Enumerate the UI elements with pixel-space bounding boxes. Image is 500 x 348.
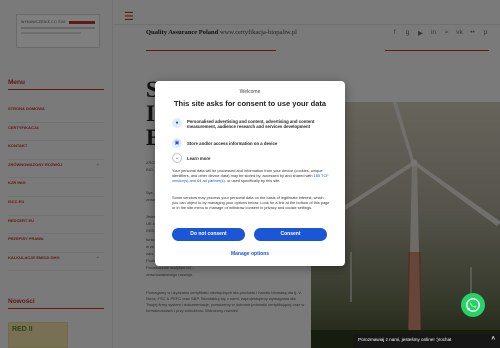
consent-paragraph-2: Some vendors may process your personal d… — [172, 195, 330, 211]
consent-dialog: Welcome This site asks for consent to us… — [155, 81, 345, 266]
whatsapp-icon — [466, 298, 480, 312]
learn-more-label: Learn more — [187, 155, 211, 161]
purpose-text: Personalised advertising and content, ad… — [187, 118, 315, 129]
manage-options-link[interactable]: Manage options — [155, 251, 345, 257]
consent-purpose-ads: ● Personalised advertising and content, … — [172, 118, 337, 129]
do-not-consent-button[interactable]: Do not consent — [172, 228, 245, 241]
consent-button[interactable]: Consent — [254, 228, 327, 241]
learn-more-toggle[interactable]: ⌄ Learn more — [172, 153, 210, 163]
chevron-down-icon: ⌄ — [172, 153, 182, 163]
chevron-up-icon[interactable]: ˄ — [491, 336, 495, 342]
consent-title: This site asks for consent to use your d… — [173, 99, 327, 108]
consent-purpose-device: ▣ Store and/or access information on a d… — [172, 138, 337, 148]
whatsapp-button[interactable] — [461, 293, 485, 317]
person-icon: ● — [172, 118, 182, 128]
device-icon: ▣ — [172, 138, 182, 148]
consent-text: Your personal data will be processed and… — [172, 168, 323, 179]
purpose-text: Store and/or access information on a dev… — [187, 140, 278, 146]
consent-text: , or used specifically by this site. — [224, 178, 281, 184]
chat-bar-text: Porozmawiaj z nami, jesteśmy online! :)r… — [358, 337, 452, 342]
consent-welcome: Welcome — [239, 89, 261, 95]
live-chat-bar[interactable]: Porozmawiaj z nami, jesteśmy online! :)r… — [353, 334, 500, 348]
consent-paragraph-1: Your personal data will be processed and… — [172, 168, 330, 183]
